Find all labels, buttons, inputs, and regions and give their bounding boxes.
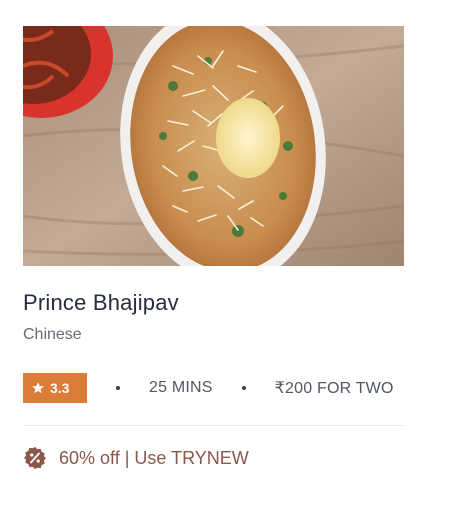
separator-dot [116, 386, 120, 390]
divider [23, 425, 404, 426]
restaurant-card[interactable]: Prince Bhajipav Chinese 3.3 25 MINS ₹200… [23, 26, 404, 470]
restaurant-meta: 3.3 25 MINS ₹200 FOR TWO [23, 373, 404, 403]
offer-row: 60% off | Use TRYNEW [23, 446, 404, 470]
star-icon [32, 382, 44, 394]
delivery-time: 25 MINS [149, 379, 213, 396]
restaurant-name[interactable]: Prince Bhajipav [23, 290, 404, 316]
cost-for-two: ₹200 FOR TWO [274, 380, 394, 397]
separator-dot [241, 386, 246, 390]
restaurant-photo [23, 26, 404, 266]
discount-badge-icon [24, 447, 46, 469]
rating-value: 3.3 [50, 380, 70, 396]
cuisine-label: Chinese [23, 326, 82, 343]
offer-text: 60% off | Use TRYNEW [59, 447, 249, 468]
rating-badge: 3.3 [23, 373, 87, 403]
